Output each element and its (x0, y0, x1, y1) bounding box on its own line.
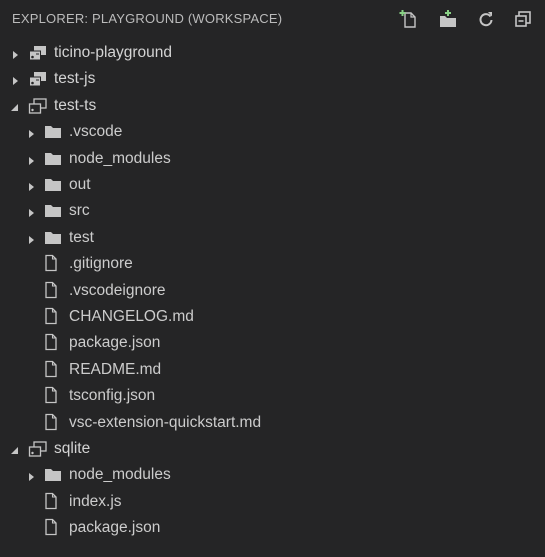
tree-item-label: package.json (69, 334, 161, 352)
new-folder-icon[interactable] (437, 8, 459, 30)
folder-icon (44, 229, 62, 250)
file-item[interactable]: README.md (0, 356, 545, 382)
new-file-icon[interactable] (399, 8, 421, 30)
file-item[interactable]: CHANGELOG.md (0, 303, 545, 329)
workspace-folder-icon (28, 440, 48, 463)
file-icon (44, 518, 58, 541)
file-item[interactable]: vsc-extension-quickstart.md (0, 409, 545, 435)
folder-item[interactable]: out (0, 171, 545, 197)
chevron-right-icon[interactable] (26, 469, 36, 482)
tree-item-label: tsconfig.json (69, 387, 156, 405)
tree-item-label: vsc-extension-quickstart.md (69, 413, 262, 431)
tree-item-label: .vscode (69, 123, 123, 141)
workspace-root-item[interactable]: sqlite (0, 435, 545, 461)
folder-icon (44, 176, 62, 197)
chevron-right-icon[interactable] (26, 232, 36, 244)
tree-item-label: test-ts (54, 96, 97, 114)
chevron-right-icon[interactable] (10, 73, 20, 86)
folder-icon (44, 123, 62, 144)
chevron-right-icon[interactable] (10, 47, 20, 59)
tree-item-label: src (69, 202, 90, 220)
folder-item[interactable]: src (0, 197, 545, 223)
file-icon (44, 281, 58, 304)
chevron-right-icon[interactable] (26, 153, 36, 165)
file-icon (44, 307, 58, 330)
explorer-header: EXPLORER: PLAYGROUND (WORKSPACE) (0, 0, 545, 38)
file-icon (44, 333, 58, 356)
tree-item-label: index.js (69, 492, 122, 510)
tree-item-label: out (69, 176, 91, 193)
file-item[interactable]: tsconfig.json (0, 382, 545, 408)
file-icon (44, 413, 58, 436)
tree-item-label: CHANGELOG.md (69, 308, 194, 325)
tree-item-label: .vscodeignore (69, 281, 166, 299)
tree-item-label: sqlite (54, 440, 91, 457)
explorer-panel: EXPLORER: PLAYGROUND (WORKSPACE) ticino-… (0, 0, 545, 557)
file-item[interactable]: package.json (0, 514, 545, 540)
workspace-folder-icon (28, 97, 48, 120)
file-item[interactable]: index.js (0, 488, 545, 514)
folder-item[interactable]: node_modules (0, 145, 545, 171)
folder-icon (44, 150, 62, 171)
folder-item[interactable]: test (0, 224, 545, 250)
folder-icon (44, 466, 62, 487)
file-icon (44, 254, 58, 277)
tree-item-label: test-js (54, 70, 96, 88)
chevron-right-icon[interactable] (26, 205, 36, 218)
workspace-root-item[interactable]: test-ts (0, 92, 545, 118)
chevron-down-icon[interactable] (10, 443, 20, 454)
file-icon (44, 360, 58, 383)
folder-icon (44, 202, 62, 223)
folder-item[interactable]: node_modules (0, 461, 545, 487)
tree-item-label: ticino-playground (54, 44, 173, 61)
tree-item-label: node_modules (69, 149, 171, 167)
workspace-root-item[interactable]: ticino-playground (0, 39, 545, 65)
refresh-icon[interactable] (475, 8, 497, 30)
tree-item-label: .gitignore (69, 255, 133, 273)
tree-item-label: package.json (69, 519, 161, 537)
file-icon (44, 492, 58, 515)
chevron-down-icon[interactable] (10, 100, 20, 111)
file-item[interactable]: .gitignore (0, 250, 545, 276)
chevron-right-icon[interactable] (26, 179, 36, 191)
tree-item-label: node_modules (69, 466, 171, 484)
file-item[interactable]: .vscodeignore (0, 277, 545, 303)
tree-item-label: README.md (69, 360, 162, 378)
workspace-folder-icon (28, 44, 48, 67)
file-item[interactable]: package.json (0, 329, 545, 355)
chevron-right-icon[interactable] (26, 126, 36, 139)
workspace-folder-icon (28, 70, 48, 93)
collapse-all-icon[interactable] (512, 8, 534, 30)
file-icon (44, 386, 58, 409)
tree-item-label: test (69, 228, 94, 246)
explorer-title: EXPLORER: PLAYGROUND (WORKSPACE) (12, 11, 283, 26)
workspace-root-item[interactable]: test-js (0, 65, 545, 91)
folder-item[interactable]: .vscode (0, 118, 545, 144)
